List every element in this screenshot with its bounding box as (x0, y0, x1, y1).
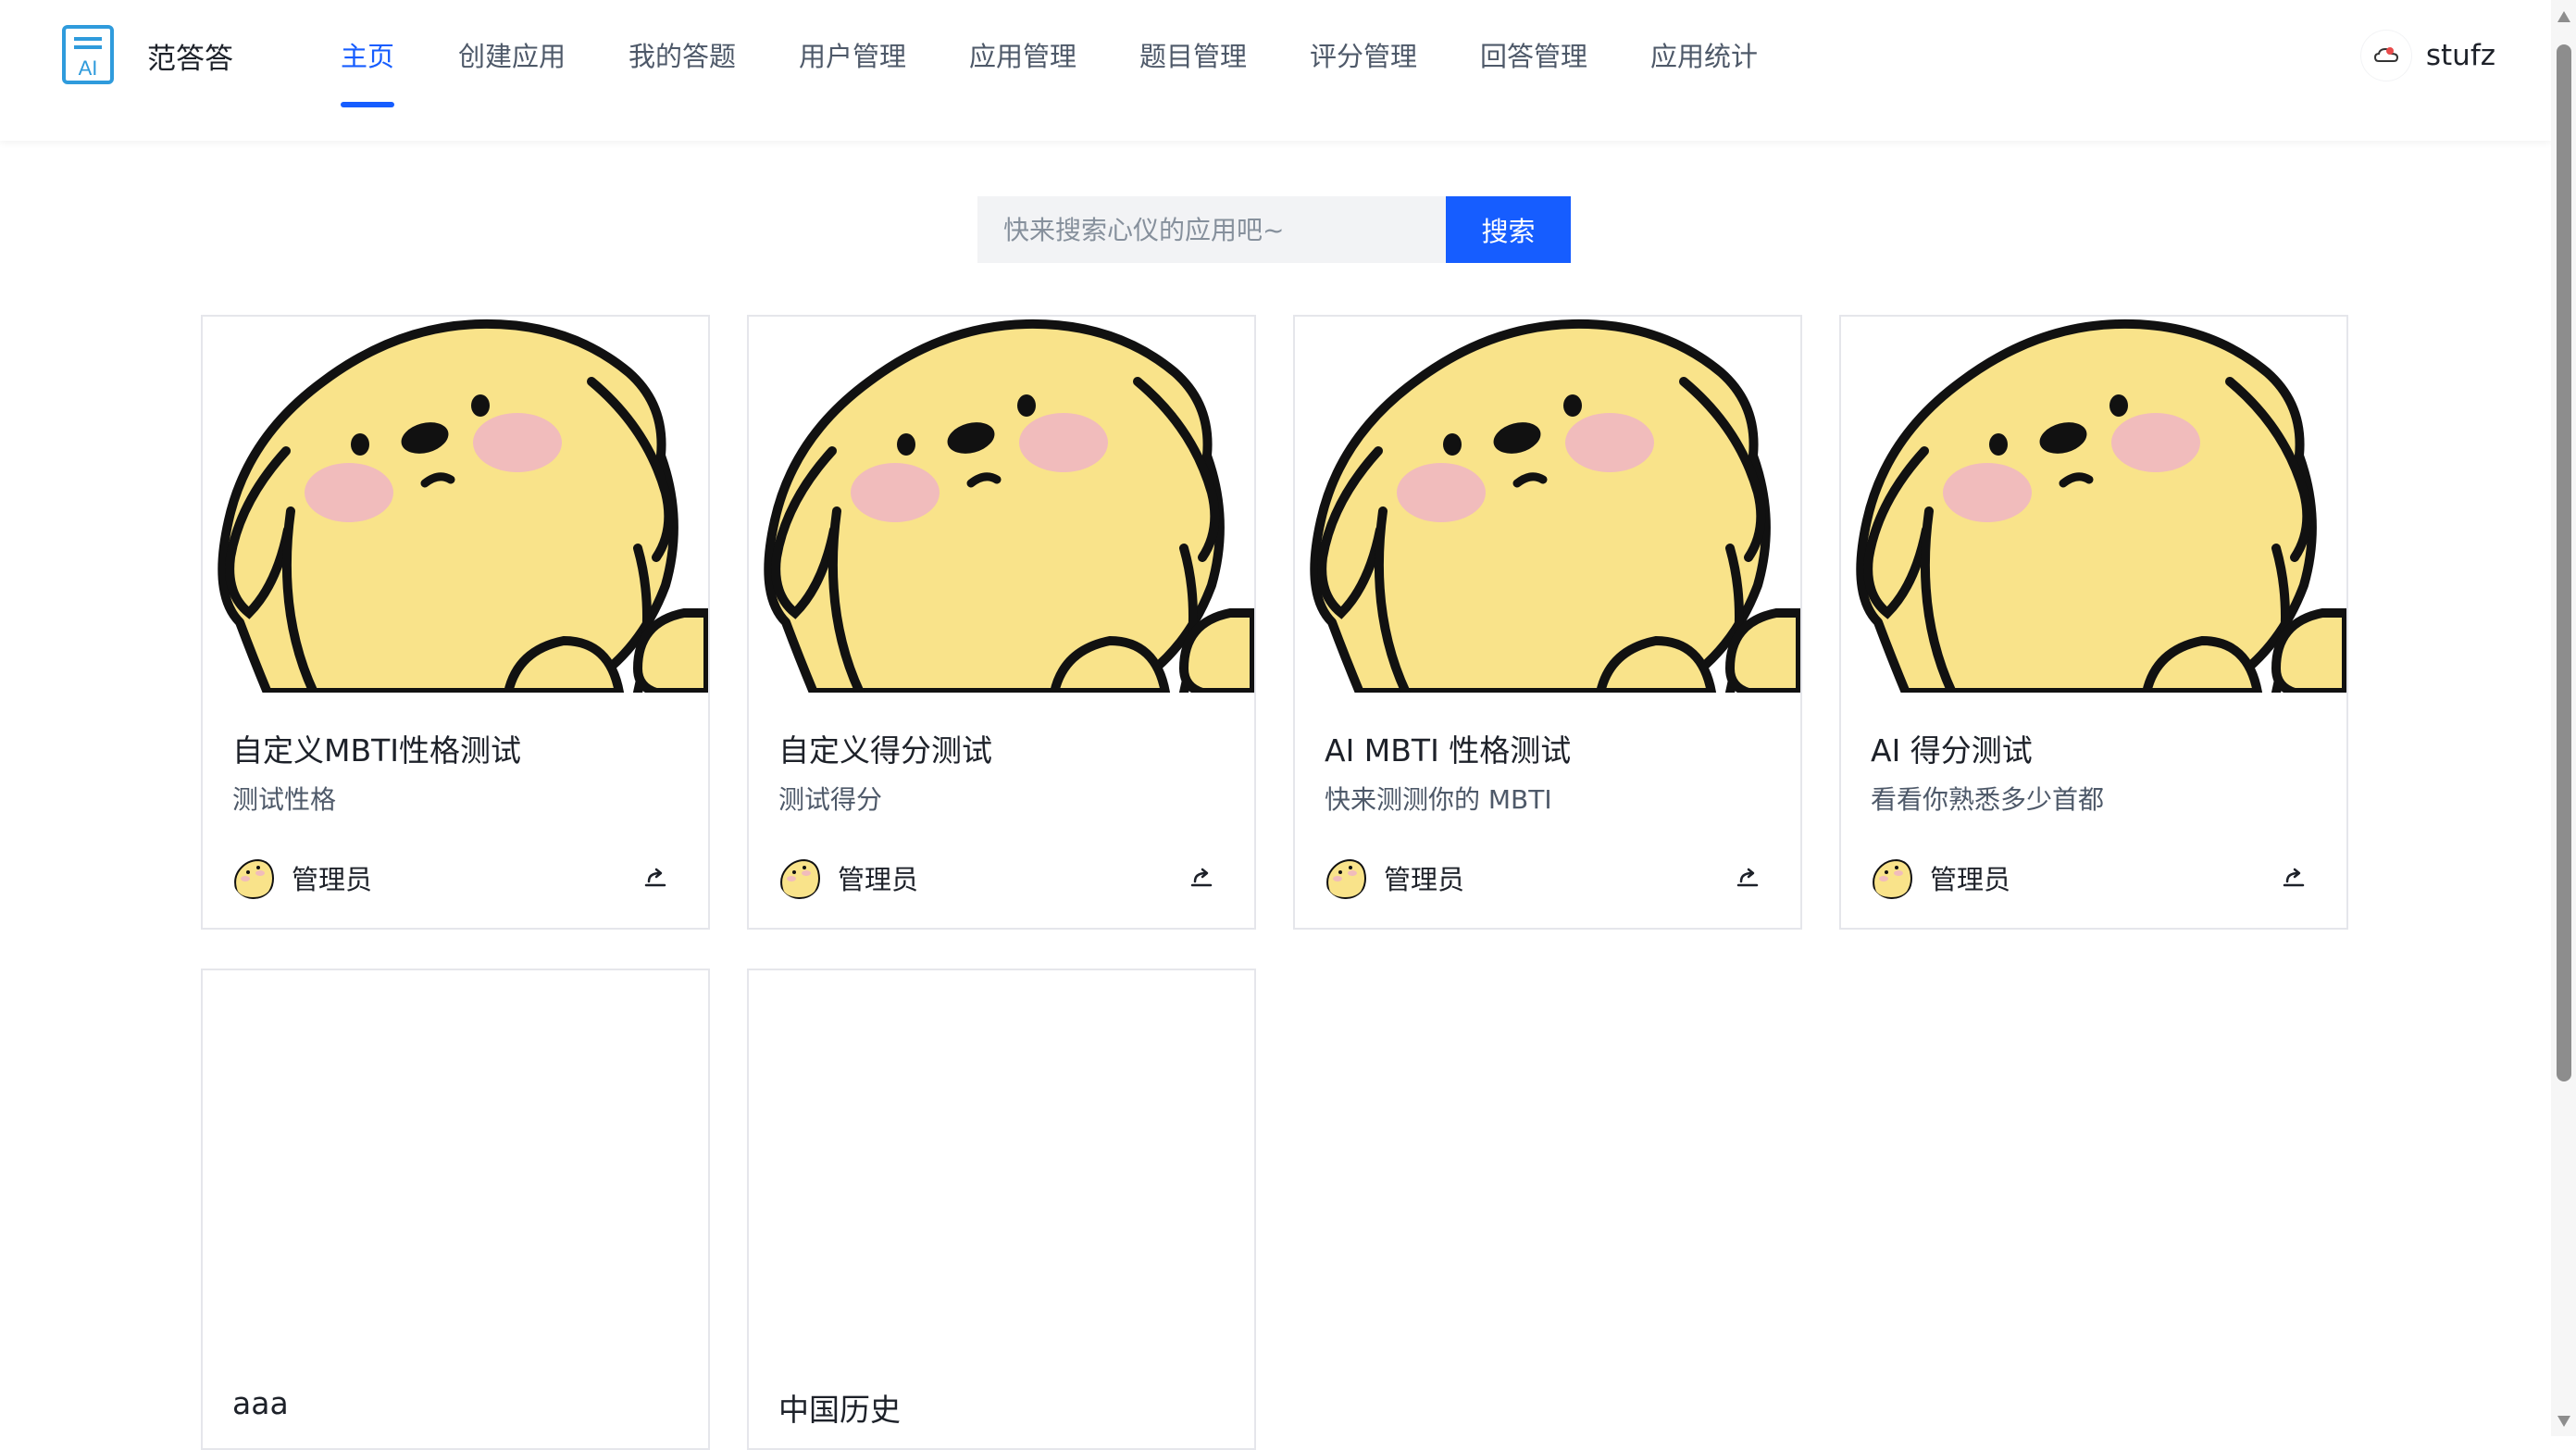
app-description: 快来测测你的 MBTI (1325, 784, 1552, 815)
author-avatar (1871, 856, 1913, 899)
user-name[interactable]: stufz (2426, 39, 2495, 72)
app-description: 测试得分 (778, 784, 883, 815)
app-title: 自定义MBTI性格测试 (232, 732, 522, 769)
top-navigation-bar: AI 范答答 主页 创建应用 我的答题 用户管理 应用管理 题目管理 评分管理 … (0, 0, 2551, 141)
nav-item-user-management[interactable]: 用户管理 (799, 35, 906, 74)
scroll-up-arrow-icon[interactable] (2557, 11, 2570, 22)
app-author: 管理员 (778, 856, 918, 900)
app-author: 管理员 (232, 856, 372, 900)
app-title: 中国历史 (778, 1392, 901, 1428)
author-avatar (778, 856, 821, 899)
app-title: aaa (232, 1385, 289, 1421)
app-name[interactable]: 范答答 (147, 35, 233, 77)
app-card[interactable]: 自定义得分测试 测试得分 管理员 (747, 315, 1256, 930)
app-card[interactable]: 中国历史 (747, 969, 1256, 1450)
author-avatar (1325, 856, 1367, 899)
app-description: 看看你熟悉多少首都 (1871, 784, 2105, 815)
dog-cover-image[interactable] (1295, 317, 1800, 693)
author-name: 管理员 (838, 864, 919, 895)
author-name: 管理员 (1384, 864, 1465, 895)
nav-item-scoring-management[interactable]: 评分管理 (1310, 35, 1417, 74)
app-description: 测试性格 (232, 784, 337, 815)
search-button[interactable]: 搜索 (1446, 196, 1571, 263)
dog-cover-image[interactable] (203, 317, 708, 693)
nav-item-my-answers[interactable]: 我的答题 (628, 35, 736, 74)
author-avatar (232, 856, 275, 899)
app-logo-icon[interactable]: AI (61, 24, 115, 85)
nav-item-home[interactable]: 主页 (341, 35, 394, 74)
dog-cover-image[interactable] (1841, 317, 2346, 693)
nav-item-app-management[interactable]: 应用管理 (969, 35, 1076, 74)
app-title: AI MBTI 性格测试 (1325, 732, 1572, 769)
nav-item-app-statistics[interactable]: 应用统计 (1650, 35, 1758, 74)
app-card[interactable]: aaa (201, 969, 710, 1450)
author-name: 管理员 (292, 864, 373, 895)
app-author: 管理员 (1871, 856, 2010, 900)
svg-text:AI: AI (79, 56, 98, 80)
app-card[interactable]: AI MBTI 性格测试 快来测测你的 MBTI 管理员 (1293, 315, 1802, 930)
user-avatar-icon[interactable] (2360, 31, 2411, 81)
page-scrollbar[interactable] (2551, 0, 2576, 1436)
share-icon[interactable] (1188, 863, 1215, 891)
nav-item-question-management[interactable]: 题目管理 (1139, 35, 1247, 74)
dog-cover-image[interactable] (749, 317, 1254, 693)
app-title: AI 得分测试 (1871, 732, 2033, 769)
scroll-thumb[interactable] (2557, 44, 2571, 1081)
app-title: 自定义得分测试 (778, 732, 992, 769)
app-card[interactable]: AI 得分测试 看看你熟悉多少首都 管理员 (1839, 315, 2348, 930)
nav-item-answer-management[interactable]: 回答管理 (1480, 35, 1587, 74)
share-icon[interactable] (1734, 863, 1761, 891)
app-author: 管理员 (1325, 856, 1464, 900)
nav-item-create-app[interactable]: 创建应用 (458, 35, 566, 74)
scroll-down-arrow-icon[interactable] (2557, 1416, 2570, 1427)
app-card[interactable]: 自定义MBTI性格测试 测试性格 管理员 (201, 315, 710, 930)
share-icon[interactable] (641, 863, 669, 891)
search-input[interactable] (977, 196, 1446, 263)
author-name: 管理员 (1930, 864, 2011, 895)
share-icon[interactable] (2280, 863, 2308, 891)
nav-active-indicator (341, 102, 394, 107)
user-menu[interactable]: stufz (2360, 28, 2495, 83)
